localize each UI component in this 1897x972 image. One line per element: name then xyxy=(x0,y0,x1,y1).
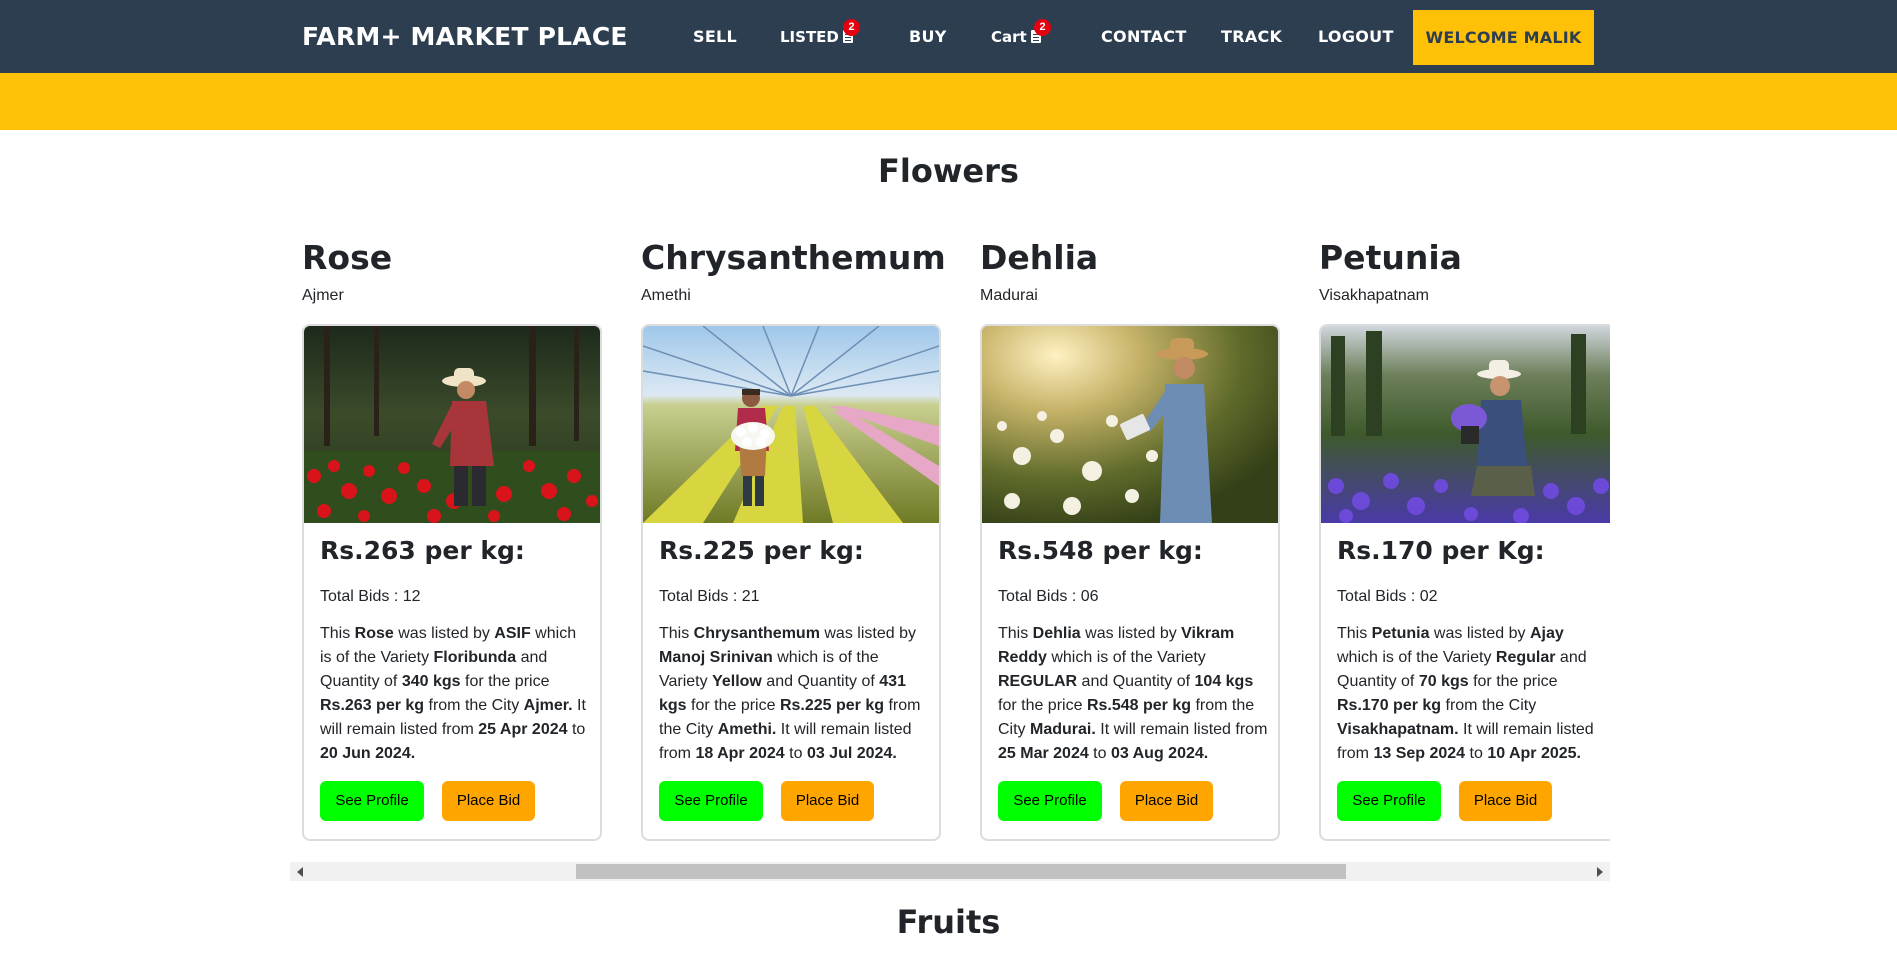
product-item: Rose Ajmer Rs.263 per kg: Total Bids: 1… xyxy=(290,228,602,841)
product-card: Rs.225 per kg: Total Bids : 21 This Chry… xyxy=(641,324,941,841)
cart-count-badge: 2 xyxy=(1034,19,1051,36)
listed-count-badge: 2 xyxy=(843,19,860,36)
see-profile-button[interactable]: See Profile xyxy=(659,781,763,821)
nav-listed-label: LISTED xyxy=(780,28,839,46)
total-bids: Total Bids : 02 xyxy=(1337,588,1438,605)
product-city: Amethi xyxy=(641,287,691,304)
total-bids: Total Bids : 06 xyxy=(998,588,1099,605)
product-name: Rose xyxy=(302,238,393,277)
nav-listed[interactable]: LISTED 2 xyxy=(780,19,860,46)
product-name: Dehlia xyxy=(980,238,1099,277)
see-profile-button[interactable]: See Profile xyxy=(1337,781,1441,821)
product-item: Chrysanthemum Amethi Rs.225 per kg: Tota… xyxy=(629,228,946,841)
product-photo xyxy=(1321,326,1610,523)
section-title-flowers: Flowers xyxy=(878,152,1019,190)
scroll-right-icon[interactable] xyxy=(1597,867,1603,877)
product-price: Rs.225 per kg: xyxy=(659,536,864,565)
welcome-user-button[interactable]: WELCOME MALIK xyxy=(1413,10,1594,65)
nav-sell[interactable]: SELL xyxy=(693,27,737,46)
scroll-left-icon[interactable] xyxy=(297,867,303,877)
nav-cart[interactable]: Cart 2 xyxy=(991,19,1051,46)
product-description: This Dehlia was listed by Vikram Reddy w… xyxy=(998,625,1268,762)
nav-track[interactable]: TRACK xyxy=(1221,27,1282,46)
product-city: Ajmer xyxy=(302,287,344,304)
scrollbar-thumb[interactable] xyxy=(576,864,1346,879)
product-photo xyxy=(643,326,939,523)
top-navbar: FARM+ MARKET PLACE SELL LISTED 2 BUY Car… xyxy=(0,0,1897,73)
total-bids: Total Bids : 21 xyxy=(659,588,760,605)
nav-logout[interactable]: LOGOUT xyxy=(1318,27,1394,46)
product-description: This Petunia was listed by Ajay which is… xyxy=(1337,625,1594,762)
nav-buy[interactable]: BUY xyxy=(909,27,947,46)
yellow-banner xyxy=(0,73,1897,130)
product-photo xyxy=(982,326,1278,523)
product-name: Chrysanthemum xyxy=(641,238,946,277)
product-item: Petunia Visakhapatnam Rs.170 per Kg: Tot… xyxy=(1307,228,1610,841)
flowers-carousel[interactable]: Rose Ajmer Rs.263 per kg: Total Bids: 1… xyxy=(290,228,1610,861)
product-card: Rs.263 per kg: Total Bids : 12 This Rose… xyxy=(302,324,602,841)
section-title-fruits: Fruits xyxy=(896,903,1001,941)
product-description: This Chrysanthemum was listed by Manoj S… xyxy=(659,625,921,762)
see-profile-button[interactable]: See Profile xyxy=(998,781,1102,821)
place-bid-button[interactable]: Place Bid xyxy=(442,781,535,821)
nav-contact[interactable]: CONTACT xyxy=(1101,27,1187,46)
product-city: Visakhapatnam xyxy=(1319,287,1429,304)
product-price: Rs.263 per kg: xyxy=(320,536,525,565)
product-card: Rs.170 per Kg: Total Bids : 02 This Petu… xyxy=(1319,324,1610,841)
product-description: This Rose was listed by ASIF which is of… xyxy=(320,625,586,762)
place-bid-button[interactable]: Place Bid xyxy=(1120,781,1213,821)
total-bids: Total Bids : 12 xyxy=(320,588,421,605)
horizontal-scrollbar[interactable] xyxy=(290,862,1610,881)
product-item: Dehlia Madurai Rs.548 per kg: Total Bids… xyxy=(968,228,1280,841)
nav-cart-label: Cart xyxy=(991,28,1027,46)
product-price: Rs.170 per Kg: xyxy=(1337,536,1545,565)
product-city: Madurai xyxy=(980,287,1038,304)
product-price: Rs.548 per kg: xyxy=(998,536,1203,565)
place-bid-button[interactable]: Place Bid xyxy=(781,781,874,821)
brand-logo[interactable]: FARM+ MARKET PLACE xyxy=(302,22,628,51)
place-bid-button[interactable]: Place Bid xyxy=(1459,781,1552,821)
product-photo xyxy=(304,326,600,523)
product-name: Petunia xyxy=(1319,238,1462,277)
product-card: Rs.548 per kg: Total Bids : 06 This Dehl… xyxy=(980,324,1280,841)
see-profile-button[interactable]: See Profile xyxy=(320,781,424,821)
